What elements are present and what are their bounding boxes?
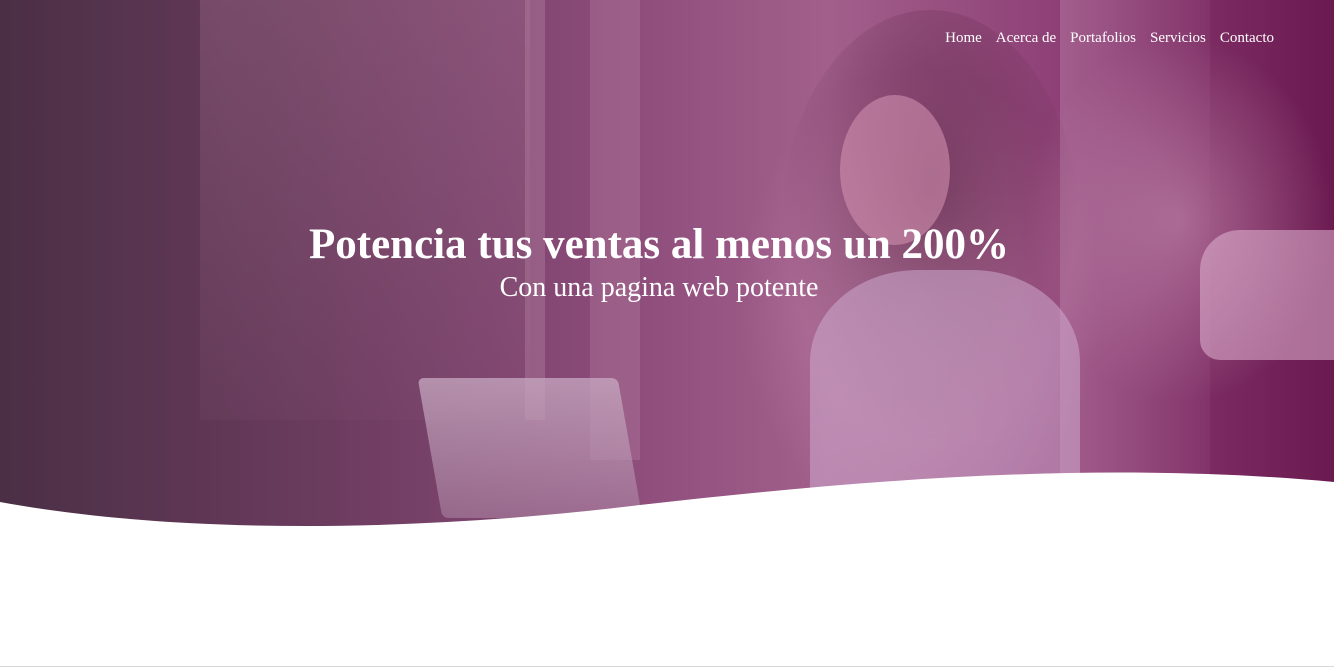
main-nav: Home Acerca de Portafolios Servicios Con…	[945, 30, 1274, 47]
nav-link-servicios[interactable]: Servicios	[1150, 30, 1206, 47]
hero-background-window-frame	[525, 0, 545, 420]
hero-section: Home Acerca de Portafolios Servicios Con…	[0, 0, 1334, 530]
nav-link-contacto[interactable]: Contacto	[1220, 30, 1274, 47]
page-bottom-divider	[0, 666, 1334, 667]
hero-background-window	[200, 0, 530, 420]
nav-link-portafolios[interactable]: Portafolios	[1070, 30, 1136, 47]
hero-subtitle: Con una pagina web potente	[499, 272, 819, 303]
hero-wave-divider	[0, 472, 1334, 530]
nav-link-home[interactable]: Home	[945, 30, 982, 47]
nav-link-acerca-de[interactable]: Acerca de	[996, 30, 1056, 47]
hero-title: Potencia tus ventas al menos un 200%	[309, 221, 1009, 268]
